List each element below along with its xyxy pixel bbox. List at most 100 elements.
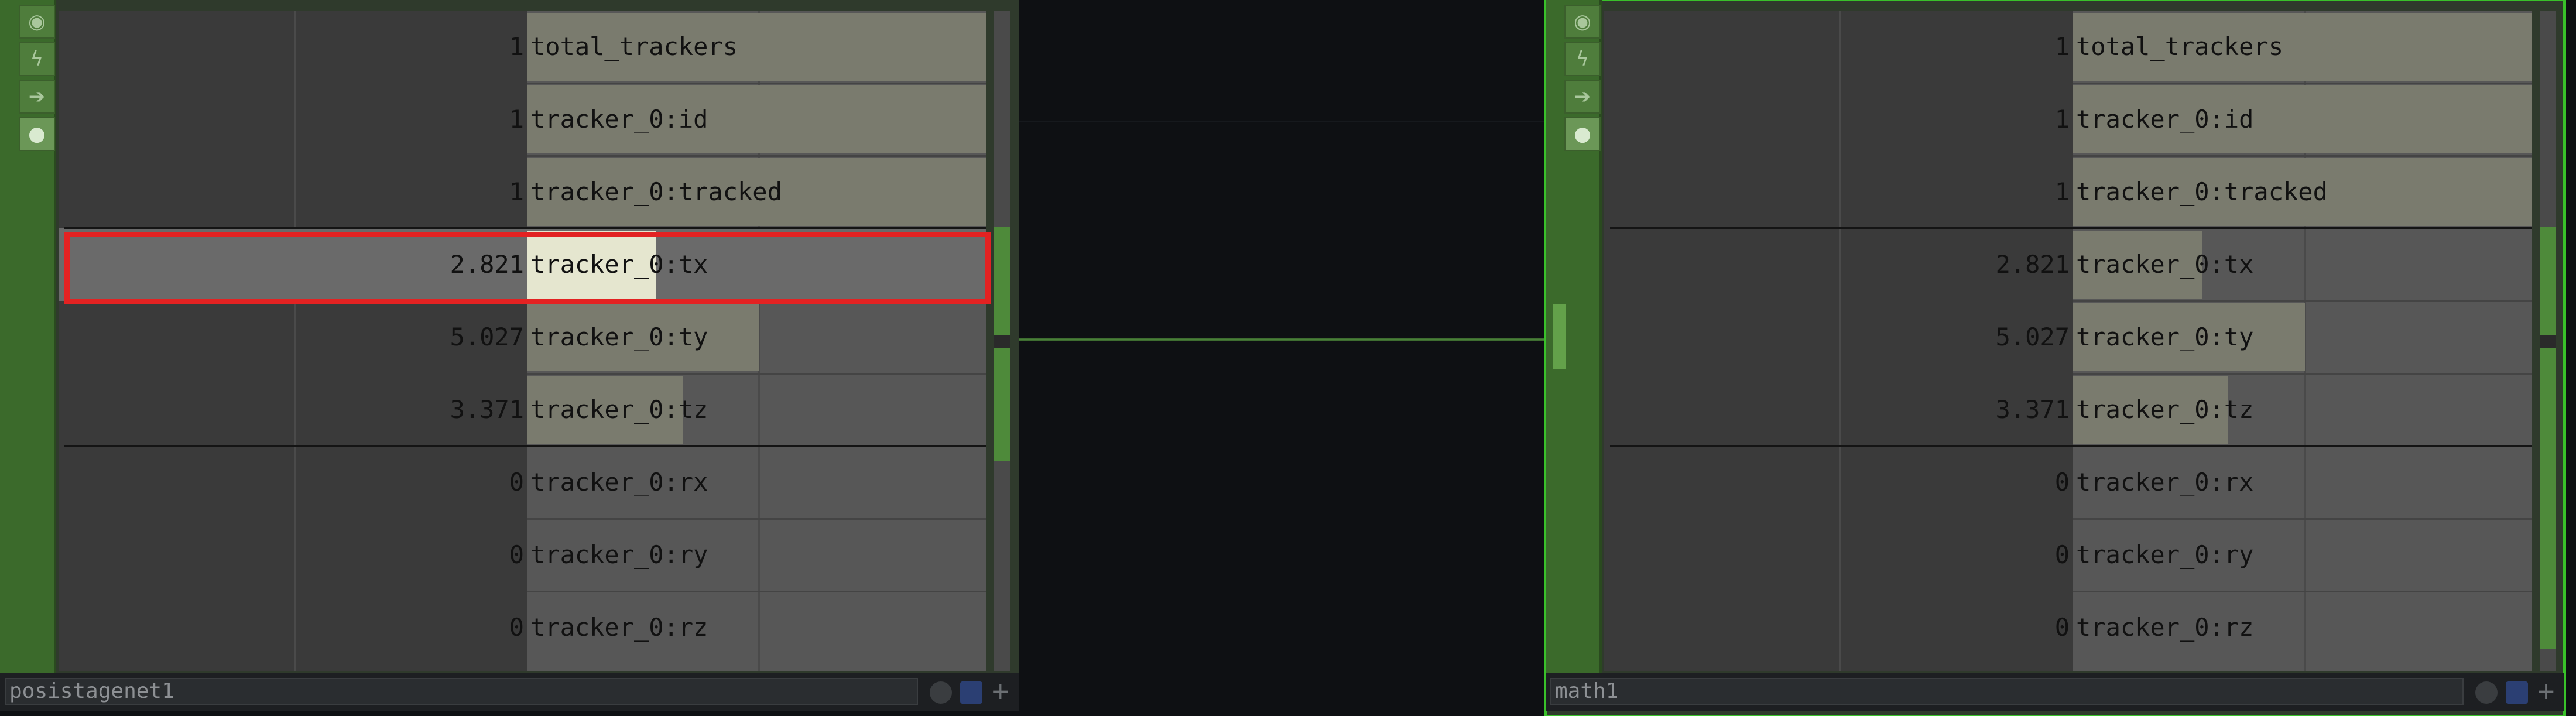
channel-row[interactable]: 1 total_trackers [59,11,986,83]
channel-name: total_trackers [2076,32,2284,61]
input-connector[interactable] [1553,304,1566,369]
channel-name: tracker_0:rz [2076,613,2254,642]
channel-row[interactable]: 5.027 tracker_0:ty [59,301,986,374]
channel-row[interactable]: 5.027 tracker_0:ty [1604,301,2532,374]
channel-row[interactable]: 0 tracker_0:rz [1604,591,2532,664]
channel-row[interactable]: 1 tracker_0:id [1604,83,2532,156]
group-divider [64,445,986,447]
row-separator [527,591,986,592]
channel-row[interactable]: 0 tracker_0:ry [1604,519,2532,591]
lightning-icon[interactable]: ϟ [19,42,55,76]
row-separator [527,300,986,302]
plus-icon[interactable]: + [991,677,1010,706]
channel-value: 1 [2054,32,2070,61]
channel-row[interactable]: 3.371 tracker_0:tz [59,374,986,446]
channel-name: tracker_0:rz [530,613,708,642]
lock-icon[interactable]: ● [1564,117,1601,151]
row-separator [2073,83,2532,84]
plus-icon[interactable]: + [2536,677,2556,706]
target-icon[interactable]: ◉ [19,5,55,39]
channel-value: 1 [509,105,524,133]
lightning-icon[interactable]: ϟ [1564,42,1601,76]
target-icon[interactable]: ◉ [1564,5,1601,39]
channel-value: 5.027 [450,323,524,351]
channel-name: tracker_0:tracked [2076,177,2328,206]
channel-row[interactable]: 2.821 tracker_0:tx [1604,228,2532,301]
channel-value: 0 [2054,540,2070,569]
background-grid-line [1013,121,1551,122]
channel-name: tracker_0:id [2076,105,2254,133]
channel-value: 0 [509,613,524,642]
connection-wire[interactable] [1002,338,1557,341]
node-name-field[interactable]: posistagenet1 [5,678,918,705]
channel-row[interactable]: 0 tracker_0:rx [1604,446,2532,519]
network-editor[interactable]: ◉ ϟ ➔ ● 1 total_trackers 1 tracker_0:id 1 tra… [0,0,2576,716]
row-separator [2073,300,2532,302]
node-flags-sidebar: ◉ ϟ ➔ ● [1546,0,1602,673]
channel-row[interactable]: 1 tracker_0:tracked [59,156,986,228]
channel-name: tracker_0:tx [530,250,708,279]
channel-value: 2.821 [1995,250,2070,279]
channel-value: 1 [509,32,524,61]
row-separator [2073,373,2532,375]
channel-value: 3.371 [1995,395,2070,424]
node-name-field[interactable]: math1 [1550,678,2464,705]
channel-value: 5.027 [1995,323,2070,351]
display-toggle-icon[interactable] [960,681,982,704]
node-footer: math1 + [1546,673,2564,711]
row-separator [527,373,986,375]
scrollbar-marker [2540,335,2556,348]
node-posistagenet1[interactable]: ◉ ϟ ➔ ● 1 total_trackers 1 tracker_0:id 1 tra… [0,0,1019,711]
channel-row[interactable]: 3.371 tracker_0:tz [1604,374,2532,446]
channel-value: 1 [509,177,524,206]
row-separator [527,518,986,520]
viewer-toggle-icon[interactable] [930,681,952,704]
channel-name: tracker_0:tx [2076,250,2254,279]
group-divider [1610,227,2532,229]
channel-value: 0 [2054,468,2070,496]
viewer-scrollbar[interactable] [994,11,1010,671]
channel-name: tracker_0:ry [530,540,708,569]
node-math1[interactable]: ◉ ϟ ➔ ● 1 total_trackers 1 tracker_0:id 1 tra… [1544,0,2566,716]
channel-name: tracker_0:tracked [530,177,782,206]
channel-viewer[interactable]: 1 total_trackers 1 tracker_0:id 1 tracker_0:t… [1604,11,2532,671]
channel-name: tracker_0:tz [2076,395,2254,424]
channel-name: total_trackers [530,32,738,61]
channel-name: tracker_0:rx [2076,468,2254,496]
lock-icon[interactable]: ● [19,117,55,151]
channel-name: tracker_0:ty [530,323,708,351]
row-separator [2073,518,2532,520]
channel-value: 2.821 [450,250,524,279]
channel-value: 3.371 [450,395,524,424]
channel-row[interactable]: 0 tracker_0:ry [59,519,986,591]
group-divider [1610,445,2532,447]
row-separator [2073,155,2532,157]
node-flags-sidebar: ◉ ϟ ➔ ● [0,0,56,673]
channel-value: 0 [2054,613,2070,642]
channel-row[interactable]: 0 tracker_0:rz [59,591,986,664]
node-footer: posistagenet1 + [0,673,1019,711]
channel-row[interactable]: 2.821 tracker_0:tx [59,228,986,301]
channel-name: tracker_0:rx [530,468,708,496]
scrollbar-thumb[interactable] [2540,227,2556,649]
channel-value: 1 [2054,177,2070,206]
channel-name: tracker_0:ry [2076,540,2254,569]
arrow-right-icon[interactable]: ➔ [19,80,55,114]
arrow-right-icon[interactable]: ➔ [1564,80,1601,114]
display-toggle-icon[interactable] [2506,681,2528,704]
channel-value: 0 [509,468,524,496]
viewer-toggle-icon[interactable] [2475,681,2498,704]
channel-name: tracker_0:ty [2076,323,2254,351]
channel-value: 1 [2054,105,2070,133]
channel-value: 0 [509,540,524,569]
group-divider [64,227,986,229]
channel-row[interactable]: 1 total_trackers [1604,11,2532,83]
channel-viewer[interactable]: 1 total_trackers 1 tracker_0:id 1 tracker_0:t… [59,11,986,671]
row-separator [527,155,986,157]
channel-row[interactable]: 1 tracker_0:tracked [1604,156,2532,228]
row-separator [2073,591,2532,592]
channel-row[interactable]: 0 tracker_0:rx [59,446,986,519]
row-separator [527,83,986,84]
viewer-scrollbar[interactable] [2540,11,2556,671]
channel-row[interactable]: 1 tracker_0:id [59,83,986,156]
